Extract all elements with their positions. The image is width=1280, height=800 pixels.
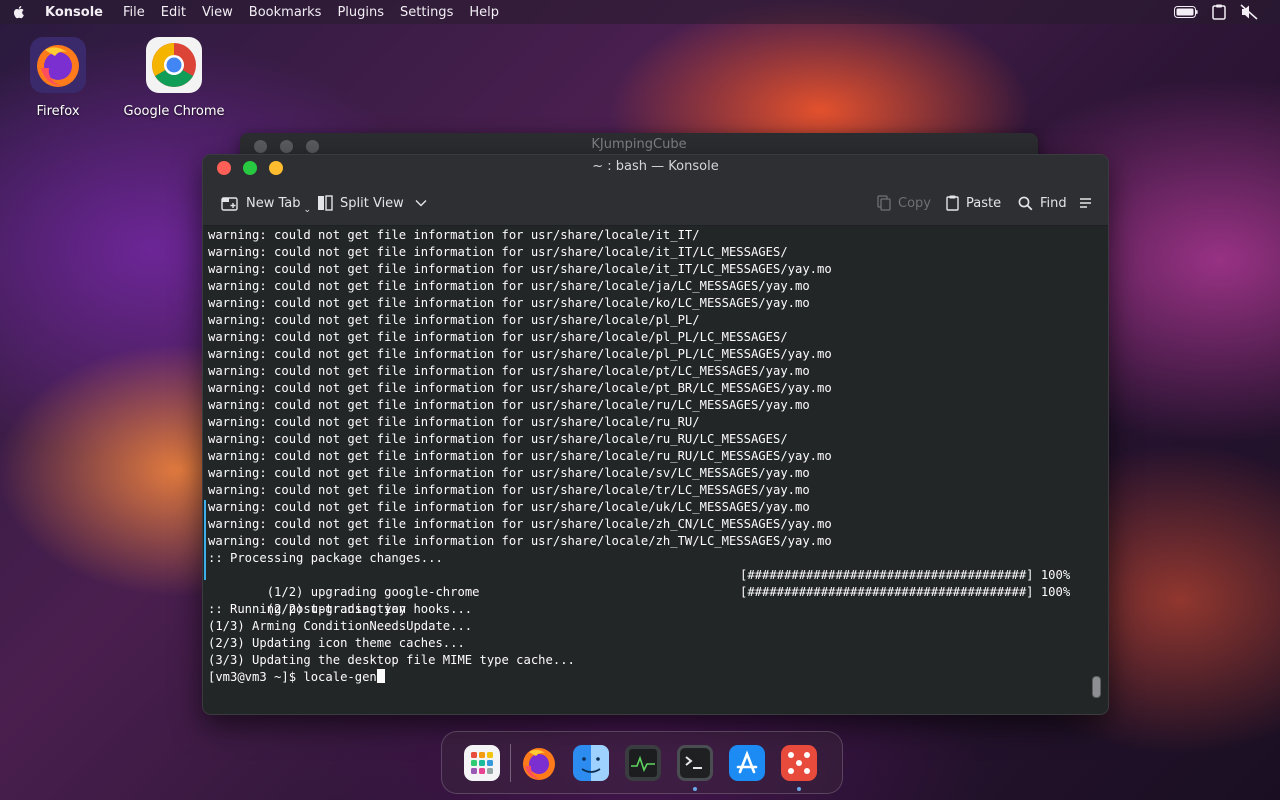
scrollbar-thumb[interactable] [1092, 676, 1101, 698]
running-indicator [797, 787, 801, 791]
menu-help[interactable]: Help [469, 5, 499, 20]
new-tab-icon [221, 197, 238, 211]
chevron-down-icon[interactable] [415, 199, 427, 207]
terminal-line: warning: could not get file information … [208, 500, 810, 514]
copy-icon [877, 195, 891, 211]
terminal-line: (2/2) upgrading yay [###################… [208, 584, 1070, 616]
dock-separator [510, 744, 511, 782]
hamburger-menu-button[interactable] [1080, 181, 1092, 225]
terminal-line: warning: could not get file information … [208, 483, 810, 497]
menu-bookmarks[interactable]: Bookmarks [249, 5, 322, 20]
copy-label: Copy [898, 195, 931, 211]
dock [441, 731, 843, 794]
running-indicator [693, 787, 697, 791]
terminal-line: warning: could not get file information … [208, 466, 810, 480]
window-title: ~ : bash — Konsole [592, 159, 719, 174]
copy-button[interactable]: Copy [877, 181, 931, 225]
terminal-line: warning: could not get file information … [208, 432, 788, 446]
new-tab-button[interactable]: New Tab ⌄ [221, 181, 311, 225]
progress-text: [######################################]… [740, 568, 1071, 582]
speaker-muted-icon[interactable] [1240, 4, 1258, 20]
terminal-line: (1/3) Arming ConditionNeedsUpdate... [208, 619, 473, 633]
menu-edit[interactable]: Edit [161, 5, 186, 20]
terminal-line: warning: could not get file information … [208, 347, 832, 361]
terminal-icon[interactable] [676, 744, 714, 782]
app-grid-icon[interactable] [463, 744, 501, 782]
terminal-prompt-line[interactable]: [vm3@vm3 ~]$ locale-gen [208, 669, 832, 686]
desktop-icon-chrome[interactable]: Google Chrome [119, 36, 229, 119]
terminal-line: warning: could not get file information … [208, 364, 810, 378]
terminal-line: (3/3) Updating the desktop file MIME typ… [208, 653, 575, 667]
split-view-button[interactable]: Split View [317, 181, 427, 225]
paste-button[interactable]: Paste [946, 181, 1001, 225]
title-bar[interactable]: ~ : bash — Konsole [203, 155, 1108, 181]
konsole-window[interactable]: ~ : bash — Konsole New Tab ⌄ Split View [202, 154, 1109, 715]
terminal-line: :: Processing package changes... [208, 551, 443, 565]
progress-text: [######################################]… [740, 585, 1071, 599]
menu-plugins[interactable]: Plugins [337, 5, 384, 20]
chevron-down-icon: ⌄ [303, 205, 312, 215]
terminal-line: warning: could not get file information … [208, 279, 810, 293]
apple-icon[interactable] [11, 4, 27, 20]
chrome-icon [146, 37, 202, 93]
app-menu-konsole[interactable]: Konsole [45, 5, 103, 20]
paste-label: Paste [966, 195, 1002, 211]
desktop-icon-label: Google Chrome [123, 104, 225, 119]
terminal-line: warning: could not get file information … [208, 415, 700, 429]
terminal-line: warning: could not get file information … [208, 313, 700, 327]
app-store-icon[interactable] [728, 744, 766, 782]
split-view-label: Split View [340, 195, 404, 211]
window-title: KJumpingCube [591, 137, 687, 152]
desktop-icon-label: Firefox [36, 104, 80, 119]
selection-marker [204, 500, 206, 580]
find-label: Find [1040, 195, 1067, 211]
menu-bar: Konsole File Edit View Bookmarks Plugins… [0, 0, 1280, 24]
text-cursor [376, 669, 385, 683]
system-monitor-icon[interactable] [624, 744, 662, 782]
paste-icon [946, 195, 959, 211]
menu-settings[interactable]: Settings [400, 5, 453, 20]
terminal-line: warning: could not get file information … [208, 262, 832, 276]
terminal-output: warning: could not get file information … [208, 227, 1070, 686]
firefox-icon [30, 37, 86, 93]
hamburger-menu-icon [1080, 198, 1091, 208]
clipboard-icon[interactable] [1212, 4, 1226, 20]
terminal-line: warning: could not get file information … [208, 534, 832, 548]
terminal-line: warning: could not get file information … [208, 381, 832, 395]
finder-icon[interactable] [572, 744, 610, 782]
new-tab-label: New Tab [246, 195, 301, 211]
terminal-line: warning: could not get file information … [208, 449, 832, 463]
firefox-icon[interactable] [520, 744, 558, 782]
terminal-line: warning: could not get file information … [208, 228, 700, 242]
battery-icon[interactable] [1174, 6, 1198, 18]
prompt-text: [vm3@vm3 ~]$ locale-gen [208, 670, 377, 684]
menu-file[interactable]: File [123, 5, 145, 20]
menu-view[interactable]: View [202, 5, 233, 20]
terminal-line: warning: could not get file information … [208, 398, 810, 412]
find-button[interactable]: Find [1018, 181, 1067, 225]
search-icon [1018, 196, 1033, 210]
terminal-line: warning: could not get file information … [208, 296, 810, 310]
terminal-line: (2/3) Updating icon theme caches... [208, 636, 465, 650]
terminal-line: warning: could not get file information … [208, 245, 788, 259]
terminal-line: (1/2) upgrading google-chrome [#########… [208, 567, 1070, 599]
desktop-icon-firefox[interactable]: Firefox [3, 36, 113, 119]
split-view-icon [318, 195, 333, 211]
terminal-line-text: (2/2) upgrading yay [266, 602, 407, 616]
terminal-line: warning: could not get file information … [208, 517, 832, 531]
dice-game-icon[interactable] [780, 744, 818, 782]
terminal-line: warning: could not get file information … [208, 330, 788, 344]
terminal-view[interactable]: warning: could not get file information … [203, 226, 1108, 714]
toolbar: New Tab ⌄ Split View Copy Paste Find [203, 181, 1108, 226]
